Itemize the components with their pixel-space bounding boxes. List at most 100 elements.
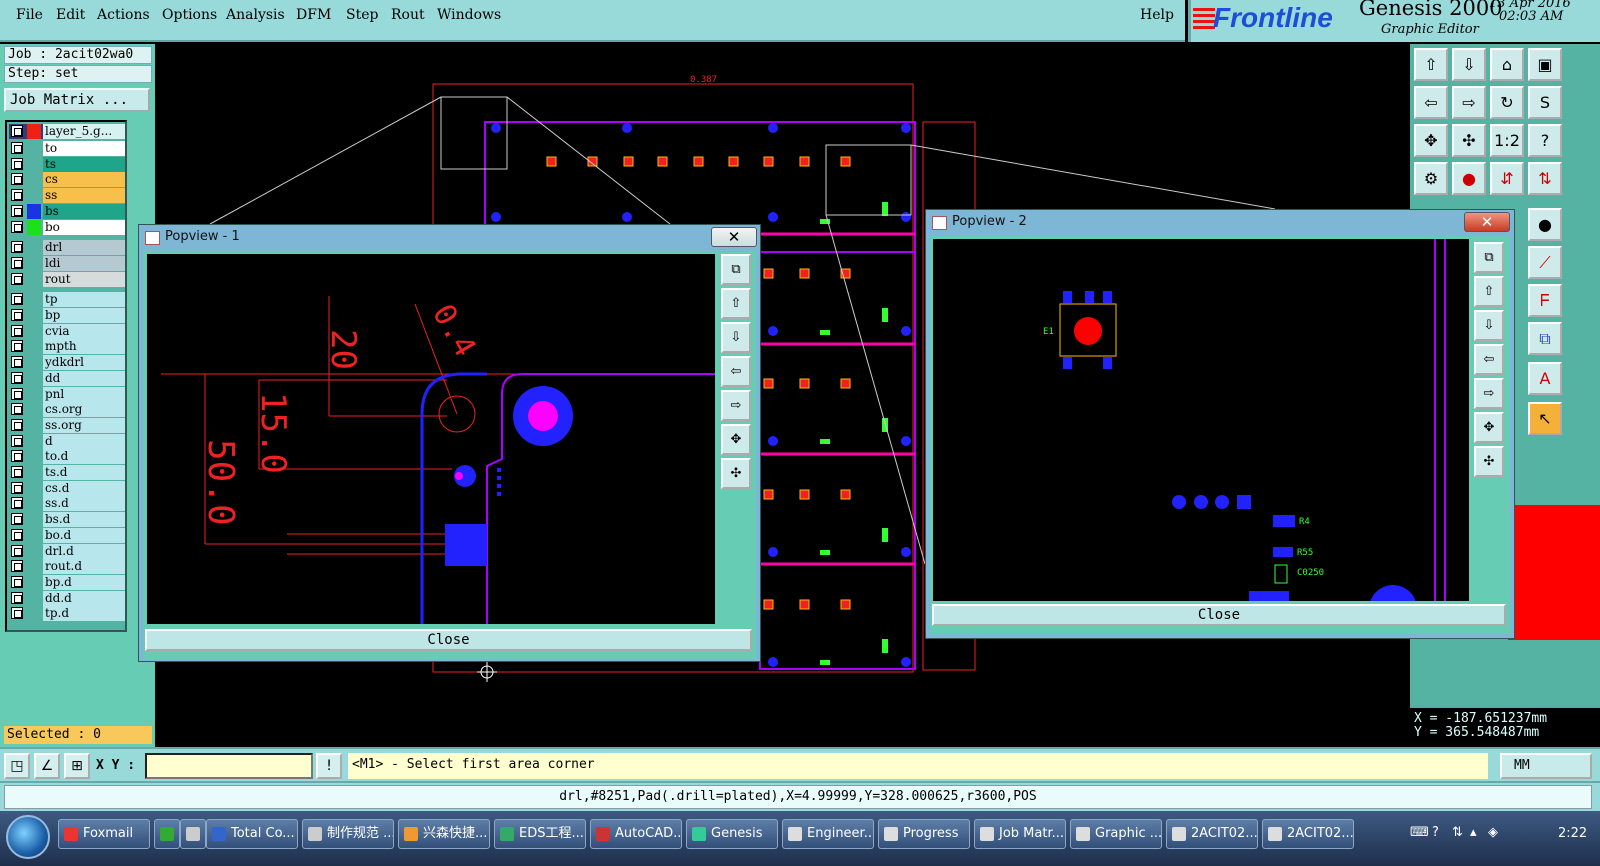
popview-2-pan-left-icon[interactable]: ⇦ bbox=[1474, 344, 1504, 375]
menu-rout[interactable]: Rout bbox=[391, 7, 425, 23]
scale-1to2-icon[interactable]: 1:2 bbox=[1490, 124, 1524, 157]
flip-icon[interactable]: ᖴ bbox=[1528, 284, 1562, 317]
layer-row-ss[interactable]: ss bbox=[9, 188, 125, 204]
layer-row-mpth[interactable]: mpth bbox=[9, 339, 125, 355]
measure-icon[interactable]: ⚙ bbox=[1414, 162, 1448, 195]
taskbar-clock[interactable]: 2:22 bbox=[1558, 826, 1587, 841]
work-layer-checkbox[interactable] bbox=[11, 125, 23, 137]
layer-checkbox[interactable] bbox=[11, 293, 23, 306]
units-selector[interactable]: MM bbox=[1500, 753, 1592, 779]
popview-2-canvas[interactable]: E1 R55 C0250 R4 bbox=[933, 239, 1469, 601]
window-icon[interactable]: ▣ bbox=[1528, 48, 1562, 81]
line-tool-icon[interactable]: ⟋ bbox=[1528, 246, 1562, 279]
layer-checkbox[interactable] bbox=[11, 591, 23, 604]
popview-1-canvas[interactable]: 20 0.4 50.0 15.0 bbox=[147, 254, 715, 624]
popview-2-pan-right-icon[interactable]: ⇨ bbox=[1474, 378, 1504, 409]
layer-checkbox[interactable] bbox=[11, 356, 23, 369]
help-tray-icon[interactable]: ? bbox=[1432, 825, 1439, 840]
layer-row-tp[interactable]: tp bbox=[9, 292, 125, 308]
layer-checkbox[interactable] bbox=[11, 387, 23, 400]
layer-row-rout[interactable]: rout bbox=[9, 271, 125, 287]
layer-checkbox[interactable] bbox=[11, 403, 23, 416]
layer-row-to[interactable]: to bbox=[9, 141, 125, 156]
layer-row-drl[interactable]: drl bbox=[9, 240, 125, 256]
network-icon[interactable]: ⇅ bbox=[1452, 825, 1463, 840]
angle-snap-icon[interactable]: ∠ bbox=[34, 753, 60, 779]
menu-help[interactable]: Help bbox=[1140, 7, 1174, 23]
taskbar-task[interactable]: Engineer... bbox=[782, 819, 874, 849]
pad-icon[interactable]: ● bbox=[1452, 162, 1486, 195]
popview-2-close-icon[interactable]: ✕ bbox=[1464, 212, 1510, 232]
layer-checkbox[interactable] bbox=[11, 340, 23, 353]
pan-right-icon[interactable]: ⇨ bbox=[1452, 86, 1486, 119]
alert-icon[interactable]: ! bbox=[316, 753, 342, 779]
menu-analysis[interactable]: Analysis bbox=[226, 7, 285, 23]
layer-checkbox[interactable] bbox=[11, 256, 23, 269]
layer-row-bp[interactable]: bp bbox=[9, 308, 125, 323]
net-icon[interactable]: ⇵ bbox=[1490, 162, 1524, 195]
layer-row-bp-d[interactable]: bp.d bbox=[9, 574, 125, 590]
layer-row-bo-d[interactable]: bo.d bbox=[9, 527, 125, 543]
layer-checkbox[interactable] bbox=[11, 607, 23, 620]
layer-row-dd-d[interactable]: dd.d bbox=[9, 590, 125, 606]
popview-2-zoom-down-icon[interactable]: ⇩ bbox=[1474, 310, 1504, 341]
layer-row-tp-d[interactable]: tp.d bbox=[9, 606, 125, 622]
layer-checkbox[interactable] bbox=[11, 204, 23, 217]
component-icon[interactable]: ⧉ bbox=[1528, 322, 1562, 355]
taskbar-task[interactable]: Progress bbox=[878, 819, 970, 849]
layer-checkbox[interactable] bbox=[11, 560, 23, 573]
layer-row-cs[interactable]: cs bbox=[9, 172, 125, 188]
layer-checkbox[interactable] bbox=[11, 189, 23, 202]
select-pointer-icon[interactable]: ↖ bbox=[1528, 402, 1562, 435]
home-icon[interactable]: ⌂ bbox=[1490, 48, 1524, 81]
taskbar-task[interactable]: Graphic ... bbox=[1070, 819, 1162, 849]
zoom-up-icon[interactable]: ⇧ bbox=[1414, 48, 1448, 81]
via-icon[interactable]: ● bbox=[1528, 208, 1562, 241]
layer-checkbox[interactable] bbox=[11, 575, 23, 588]
layer-row-rout-d[interactable]: rout.d bbox=[9, 559, 125, 575]
zoom-center-icon[interactable]: ✣ bbox=[1452, 124, 1486, 157]
snap-mode-icon[interactable]: ◳ bbox=[4, 753, 30, 779]
work-layer-row[interactable]: layer_5.g... bbox=[9, 124, 125, 139]
layer-row-bo[interactable]: bo bbox=[9, 219, 125, 235]
zoom-fit-icon[interactable]: ✥ bbox=[1414, 124, 1448, 157]
layer-row-dd[interactable]: dd bbox=[9, 370, 125, 386]
layer-checkbox[interactable] bbox=[11, 157, 23, 170]
popview-2-zoom-fit-icon[interactable]: ✥ bbox=[1474, 412, 1504, 443]
popview-1-zoom-fit-icon[interactable]: ✥ bbox=[721, 424, 751, 455]
zoom-down-icon[interactable]: ⇩ bbox=[1452, 48, 1486, 81]
keyboard-icon[interactable]: ⌨ bbox=[1410, 825, 1429, 840]
menu-actions[interactable]: Actions bbox=[97, 7, 150, 23]
layer-checkbox[interactable] bbox=[11, 450, 23, 463]
layer-row-ss-org[interactable]: ss.org bbox=[9, 417, 125, 433]
popview-2-window-icon[interactable]: ⧉ bbox=[1474, 242, 1504, 273]
layer-row-cs-d[interactable]: cs.d bbox=[9, 480, 125, 496]
taskbar-task[interactable]: 2ACIT02... bbox=[1166, 819, 1258, 849]
menu-windows[interactable]: Windows bbox=[437, 7, 501, 23]
taskbar-task[interactable]: Foxmail bbox=[58, 819, 150, 849]
menu-edit[interactable]: Edit bbox=[56, 7, 85, 23]
grid-snap-icon[interactable]: ⊞ bbox=[64, 753, 90, 779]
taskbar-task[interactable]: 制作规范 ... bbox=[302, 819, 394, 849]
popview-2-close-button[interactable]: Close bbox=[932, 604, 1506, 626]
layer-checkbox[interactable] bbox=[11, 513, 23, 526]
layer-row-ldi[interactable]: ldi bbox=[9, 255, 125, 271]
pan-left-icon[interactable]: ⇦ bbox=[1414, 86, 1448, 119]
redraw-icon[interactable]: ↻ bbox=[1490, 86, 1524, 119]
layer-row-drl-d[interactable]: drl.d bbox=[9, 543, 125, 559]
popview-1-close-icon[interactable]: ✕ bbox=[711, 227, 757, 247]
taskbar-task[interactable]: 2ACIT02... bbox=[1262, 819, 1354, 849]
text-tool-icon[interactable]: A bbox=[1528, 362, 1562, 395]
taskbar-task[interactable]: Genesis bbox=[686, 819, 778, 849]
popview-1-zoom-center-icon[interactable]: ✣ bbox=[721, 458, 751, 489]
layer-row-bs[interactable]: bs bbox=[9, 203, 125, 219]
menu-dfm[interactable]: DFM bbox=[296, 7, 331, 23]
layer-checkbox[interactable] bbox=[11, 544, 23, 557]
menu-step[interactable]: Step bbox=[346, 7, 378, 23]
taskbar-task[interactable]: AutoCAD... bbox=[590, 819, 682, 849]
layer-checkbox[interactable] bbox=[11, 142, 23, 154]
layer-checkbox[interactable] bbox=[11, 466, 23, 478]
popview-1-close-button[interactable]: Close bbox=[145, 629, 752, 651]
tray-expand-icon[interactable]: ▴ bbox=[1470, 825, 1477, 840]
popview-1-window-icon[interactable]: ⧉ bbox=[721, 254, 751, 285]
